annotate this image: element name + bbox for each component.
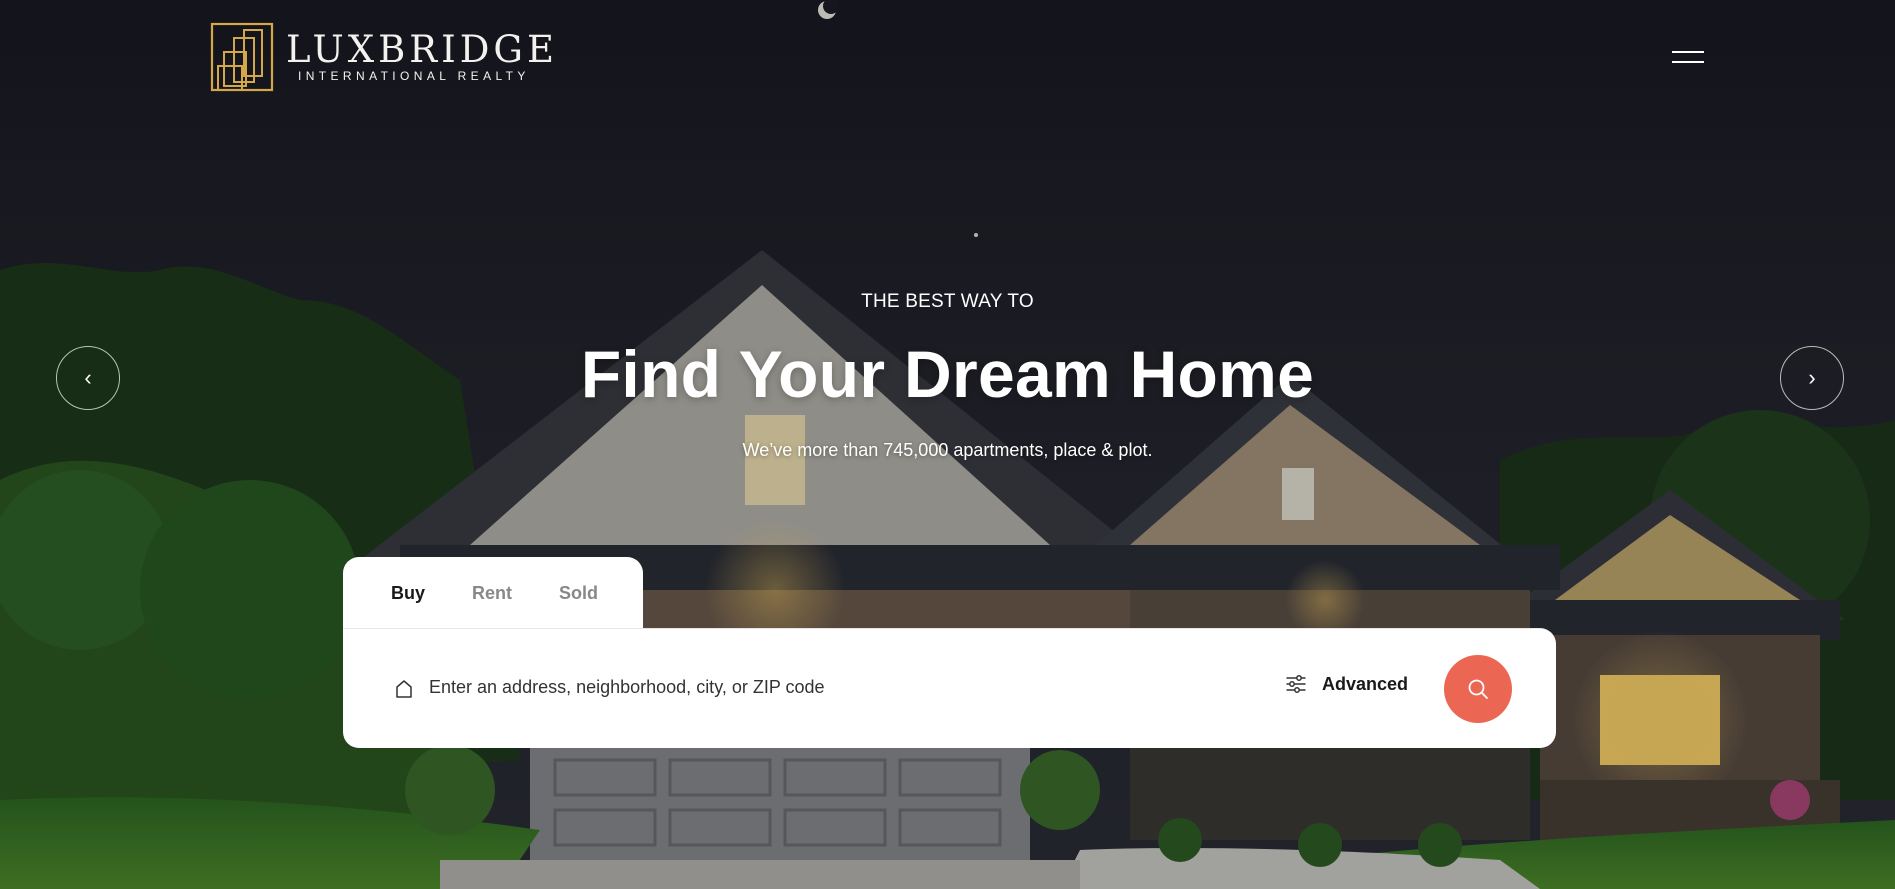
hero-kicker: THE BEST WAY TO [861, 291, 1034, 312]
hamburger-menu-button[interactable] [1672, 50, 1704, 66]
tab-rent[interactable]: Rent [472, 583, 512, 604]
tab-buy[interactable]: Buy [391, 583, 425, 604]
advanced-search-button[interactable]: Advanced [1285, 673, 1408, 695]
search-icon [1468, 679, 1488, 699]
brand-logo[interactable]: LUXBRIDGE INTERNATIONAL REALTY [210, 22, 558, 92]
building-logo-icon [210, 22, 274, 92]
listing-type-tabs: Buy Rent Sold [343, 557, 643, 629]
hero-subline: We’ve more than 745,000 apartments, plac… [742, 440, 1153, 460]
tab-sold[interactable]: Sold [559, 583, 598, 604]
hamburger-icon-line [1672, 61, 1704, 63]
hamburger-icon-line [1672, 51, 1704, 53]
hero-headline: Find Your Dream Home [580, 337, 1315, 411]
brand-name: LUXBRIDGE [286, 28, 558, 71]
brand-tagline: INTERNATIONAL REALTY [298, 69, 530, 83]
search-input[interactable] [429, 667, 1229, 707]
search-submit-button[interactable] [1444, 655, 1512, 723]
sliders-icon [1286, 675, 1306, 693]
advanced-label: Advanced [1322, 673, 1409, 694]
property-search-bar: Advanced [343, 628, 1556, 748]
home-icon [396, 680, 412, 698]
